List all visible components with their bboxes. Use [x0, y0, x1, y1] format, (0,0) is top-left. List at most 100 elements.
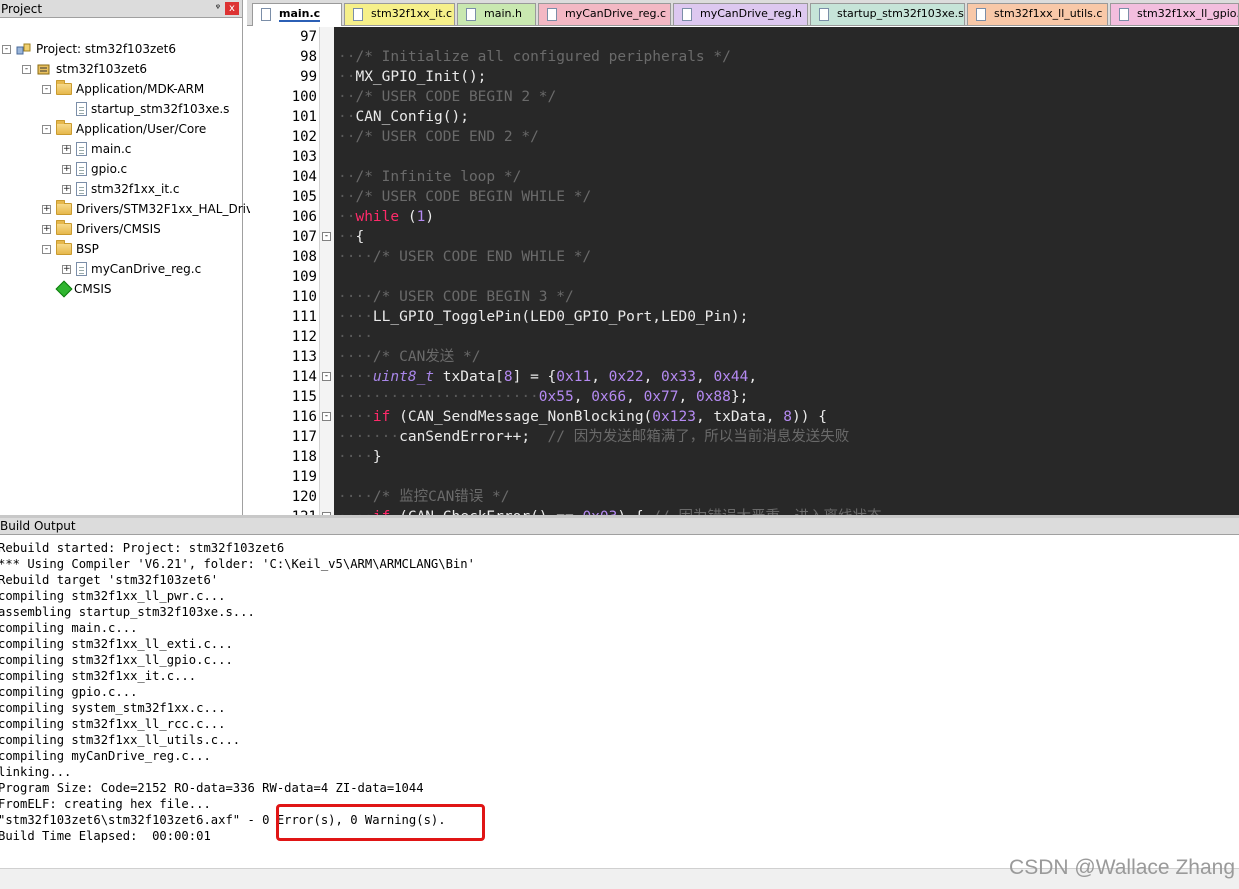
tab-mycandrive-reg-c[interactable]: myCanDrive_reg.c — [538, 3, 671, 25]
expand-toggle-icon[interactable]: + — [62, 164, 71, 174]
code-token: /* USER CODE END WHILE */ — [372, 249, 592, 265]
code-token: , — [748, 369, 758, 385]
expand-toggle-icon[interactable]: + — [42, 204, 51, 214]
code-line: 114- ····uint8_t txData[8] = {0x11, 0x22,… — [250, 367, 1239, 387]
tree-item[interactable]: + main.c — [62, 139, 131, 159]
tree-item[interactable]: + Drivers/CMSIS — [42, 219, 161, 239]
tree-item[interactable]: + Drivers/STM32F1xx_HAL_Driver — [42, 199, 265, 219]
expand-toggle-icon[interactable]: + — [62, 184, 71, 194]
build-output-line: compiling stm32f1xx_ll_exti.c... — [0, 637, 233, 651]
tree-item-label: gpio.c — [91, 162, 128, 176]
code-token: )) { — [792, 409, 827, 425]
tree-item-label: Drivers/CMSIS — [76, 222, 161, 236]
tree-item-label: myCanDrive_reg.c — [91, 262, 202, 276]
tree-item-label: Application/User/Core — [76, 122, 207, 136]
code-token: MX_GPIO_Init(); — [355, 69, 487, 85]
file-icon — [261, 8, 271, 21]
expand-toggle-icon[interactable]: + — [62, 264, 71, 274]
code-token: ······················· — [338, 389, 539, 405]
code-token: 0x123 — [652, 409, 696, 425]
file-icon — [76, 142, 87, 156]
code-token: /* USER CODE BEGIN 3 */ — [372, 289, 574, 305]
close-icon[interactable]: x — [225, 2, 239, 15]
fold-toggle-icon[interactable]: - — [322, 372, 331, 381]
line-number: 116 — [291, 409, 317, 425]
tree-item[interactable]: + gpio.c — [62, 159, 127, 179]
line-number: 100 — [291, 89, 317, 105]
expand-toggle-icon[interactable]: + — [62, 144, 71, 154]
collapse-toggle-icon[interactable]: - — [22, 64, 31, 74]
code-line: 120 ····/* 监控CAN错误 */ — [250, 487, 1239, 507]
tab-label: main.c — [279, 7, 321, 22]
code-text: ··while (1) — [338, 207, 434, 227]
code-token: , — [643, 369, 662, 385]
tab-startup-stm32f103xe-s[interactable]: startup_stm32f103xe.s — [810, 3, 965, 25]
tab-label: stm32f1xx_ll_gpio.h — [1137, 7, 1239, 20]
file-icon — [819, 8, 829, 21]
code-line: 107- ··{ — [250, 227, 1239, 247]
tree-item[interactable]: - Project: stm32f103zet6 — [2, 39, 176, 59]
line-number: 109 — [291, 269, 317, 285]
build-output-line: compiling main.c... — [0, 621, 138, 635]
code-line: 102 ··/* USER CODE END 2 */ — [250, 127, 1239, 147]
code-token: ·· — [338, 129, 356, 145]
code-editor[interactable]: 97 98 ··/* Initialize all configured perip… — [250, 27, 1239, 515]
tree-item[interactable]: + myCanDrive_reg.c — [62, 259, 201, 279]
tree-item[interactable]: - stm32f103zet6 — [22, 59, 147, 79]
code-token: 0x55 — [538, 389, 574, 405]
collapse-toggle-icon[interactable]: - — [42, 244, 51, 254]
line-number: 104 — [291, 169, 317, 185]
code-token: /* USER CODE BEGIN 2 */ — [355, 89, 557, 105]
tree-item[interactable]: - Application/User/Core — [42, 119, 206, 139]
collapse-toggle-icon[interactable]: - — [2, 44, 11, 54]
pin-icon[interactable]: ᵠ — [216, 1, 220, 17]
tree-item[interactable]: - Application/MDK-ARM — [42, 79, 204, 99]
tab-label: main.h — [484, 7, 522, 20]
code-text: ····LL_GPIO_TogglePin(LED0_GPIO_Port,LED… — [338, 307, 748, 327]
code-token: ·· — [338, 89, 356, 105]
expand-toggle-icon[interactable]: + — [42, 224, 51, 234]
tab-mycandrive-reg-h[interactable]: myCanDrive_reg.h — [673, 3, 808, 25]
file-icon — [353, 8, 363, 21]
code-token: /* Initialize all configured peripherals… — [355, 49, 731, 65]
tab-stm32f1xx-ll-utils-c[interactable]: stm32f1xx_ll_utils.c — [967, 3, 1108, 25]
project-panel: Project ᵠ x - Project: stm32f103zet6- stm3… — [0, 0, 265, 517]
line-number: 108 — [291, 249, 317, 265]
code-token: { — [355, 229, 365, 245]
fold-toggle-icon[interactable]: - — [322, 232, 331, 241]
code-token: ·· — [338, 109, 356, 125]
tab-main-h[interactable]: main.h — [457, 3, 536, 25]
project-icon — [16, 42, 32, 56]
code-line: 111 ····LL_GPIO_TogglePin(LED0_GPIO_Port,… — [250, 307, 1239, 327]
tree-item[interactable]: + stm32f1xx_it.c — [62, 179, 179, 199]
code-token: 0x44 — [713, 369, 749, 385]
code-token: 0x22 — [608, 369, 644, 385]
build-output-line: FromELF: creating hex file... — [0, 797, 211, 811]
code-token: , — [626, 389, 644, 405]
code-token: LL_GPIO_TogglePin(LED0_GPIO_Port,LED0_Pi… — [372, 309, 749, 325]
code-token: , txData, — [695, 409, 784, 425]
fold-toggle-icon[interactable]: - — [322, 412, 331, 421]
build-output-line: compiling stm32f1xx_ll_utils.c... — [0, 733, 241, 747]
tree-item[interactable]: CMSIS — [42, 279, 112, 299]
collapse-toggle-icon[interactable]: - — [42, 124, 51, 134]
tree-item-label: Drivers/STM32F1xx_HAL_Driver — [76, 202, 266, 216]
tree-item[interactable]: startup_stm32f103xe.s — [62, 99, 229, 119]
tab-label: myCanDrive_reg.c — [565, 7, 667, 20]
tree-item-label: startup_stm32f103xe.s — [91, 102, 230, 116]
tree-item-label: Project: stm32f103zet6 — [36, 42, 176, 56]
tab-stm32f1xx-it-c[interactable]: stm32f1xx_it.c — [344, 3, 455, 25]
tree-item-label: main.c — [91, 142, 132, 156]
build-output-line: "stm32f103zet6\stm32f103zet6.axf" - 0 Er… — [0, 813, 446, 827]
tab-main-c[interactable]: main.c — [252, 3, 342, 26]
project-panel-title: Project — [1, 2, 43, 16]
collapse-toggle-icon[interactable]: - — [42, 84, 51, 94]
code-line: 119 — [250, 467, 1239, 487]
tree-item[interactable]: - BSP — [42, 239, 99, 259]
tab-stm32f1xx-ll-gpio-h[interactable]: stm32f1xx_ll_gpio.h — [1110, 3, 1239, 25]
build-output-line: compiling stm32f1xx_it.c... — [0, 669, 197, 683]
code-text: ····/* USER CODE BEGIN 3 */ — [338, 287, 574, 307]
file-icon — [466, 8, 476, 21]
folder-icon — [56, 120, 72, 135]
code-token: } — [372, 449, 382, 465]
